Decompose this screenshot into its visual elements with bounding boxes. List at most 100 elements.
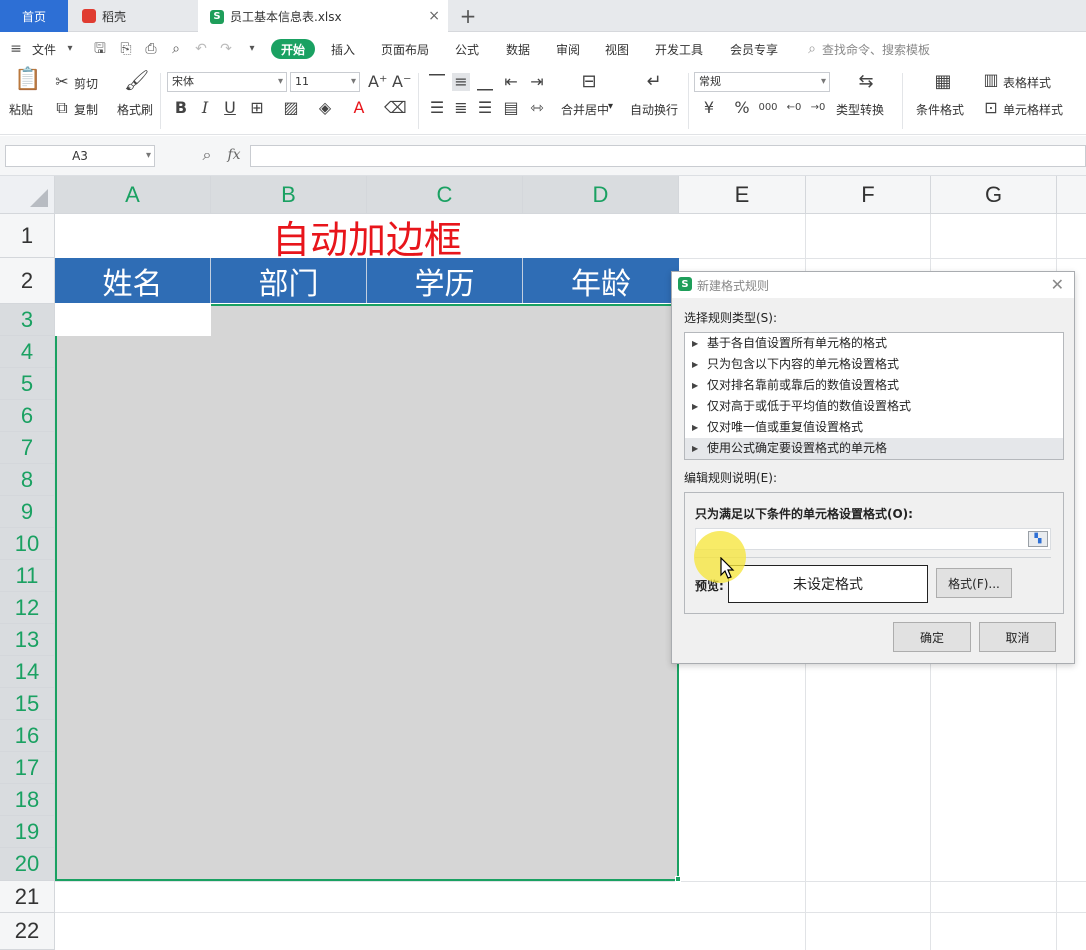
format-button[interactable]: 格式(F)...: [936, 568, 1012, 598]
decrease-font-icon[interactable]: A⁻: [392, 73, 411, 91]
chevron-down-icon[interactable]: ▾: [62, 41, 78, 57]
menu-layout[interactable]: 页面布局: [381, 41, 429, 58]
cut-button[interactable]: 剪切: [74, 75, 98, 92]
active-cell[interactable]: [55, 304, 211, 336]
list-item[interactable]: ▶ 只为包含以下内容的单元格设置格式: [685, 354, 1063, 375]
paste-button[interactable]: 粘贴: [9, 101, 33, 118]
row-header-16[interactable]: 16: [0, 720, 55, 752]
auto-wrap-button[interactable]: 自动换行: [630, 101, 678, 118]
command-search[interactable]: 查找命令、搜索模板: [822, 41, 930, 58]
row-header-7[interactable]: 7: [0, 432, 55, 464]
tab-home[interactable]: 首页: [0, 0, 68, 32]
close-icon[interactable]: ×: [428, 8, 440, 24]
menu-review[interactable]: 审阅: [556, 41, 580, 58]
font-color-icon[interactable]: A: [348, 99, 370, 117]
select-all-corner[interactable]: [0, 176, 55, 214]
currency-button[interactable]: ¥: [700, 99, 718, 117]
row-header-11[interactable]: 11: [0, 560, 55, 592]
italic-button[interactable]: I: [196, 99, 214, 117]
row-header-6[interactable]: 6: [0, 400, 55, 432]
list-item-selected[interactable]: ▶ 使用公式确定要设置格式的单元格: [685, 438, 1063, 459]
customize-icon[interactable]: ▾: [244, 41, 260, 57]
underline-button[interactable]: U: [221, 99, 239, 117]
align-center-icon[interactable]: ≣: [452, 99, 470, 117]
list-item[interactable]: ▶ 仅对高于或低于平均值的数值设置格式: [685, 396, 1063, 417]
row-header-21[interactable]: 21: [0, 881, 55, 913]
hamburger-icon[interactable]: ≡: [8, 41, 24, 57]
row-header-15[interactable]: 15: [0, 688, 55, 720]
increase-decimal-icon[interactable]: ←0: [784, 99, 804, 117]
paste-icon[interactable]: 📋: [14, 69, 41, 95]
font-name-select[interactable]: 宋体: [167, 72, 287, 92]
row-header-2[interactable]: 2: [0, 258, 55, 304]
row-header-19[interactable]: 19: [0, 816, 55, 848]
new-tab-button[interactable]: +: [450, 0, 486, 32]
cancel-button[interactable]: 取消: [979, 622, 1056, 652]
align-middle-icon[interactable]: ≡: [452, 73, 470, 91]
column-header-a[interactable]: A: [55, 176, 211, 214]
column-header-g[interactable]: G: [931, 176, 1057, 214]
font-size-select[interactable]: 11: [290, 72, 360, 92]
print-preview-icon[interactable]: ⌕: [168, 41, 184, 57]
align-bottom-icon[interactable]: ⎽: [476, 73, 494, 91]
name-box[interactable]: A3: [5, 145, 155, 167]
menu-dev[interactable]: 开发工具: [655, 41, 703, 58]
row-header-12[interactable]: 12: [0, 592, 55, 624]
type-convert-button[interactable]: 类型转换: [836, 101, 884, 118]
row-header-10[interactable]: 10: [0, 528, 55, 560]
row-header-4[interactable]: 4: [0, 336, 55, 368]
distribute-icon[interactable]: ⇿: [528, 99, 546, 117]
merge-dropdown-icon[interactable]: ▾: [608, 101, 613, 112]
decrease-decimal-icon[interactable]: →0: [808, 99, 828, 117]
align-left-icon[interactable]: ☰: [428, 99, 446, 117]
border-icon[interactable]: ⊞: [246, 99, 268, 117]
tab-file[interactable]: S 员工基本信息表.xlsx ×: [198, 0, 448, 33]
row-header-9[interactable]: 9: [0, 496, 55, 528]
row-header-8[interactable]: 8: [0, 464, 55, 496]
increase-indent-icon[interactable]: ⇥: [528, 73, 546, 91]
menu-file[interactable]: 文件: [32, 41, 56, 58]
increase-font-icon[interactable]: A⁺: [368, 73, 387, 91]
copy-button[interactable]: 复制: [74, 101, 98, 118]
menu-member[interactable]: 会员专享: [730, 41, 778, 58]
export-icon[interactable]: ⎘: [118, 41, 134, 57]
print-icon[interactable]: ⎙: [143, 41, 159, 57]
header-cell-name[interactable]: 姓名: [55, 258, 211, 303]
fill-color-icon[interactable]: ◈: [314, 99, 336, 117]
fx-icon[interactable]: fx: [224, 146, 244, 164]
merge-center-button[interactable]: 合并居中: [561, 101, 609, 118]
column-header-e[interactable]: E: [679, 176, 806, 214]
list-item[interactable]: ▶ 仅对排名靠前或靠后的数值设置格式: [685, 375, 1063, 396]
row-header-22[interactable]: 22: [0, 913, 55, 950]
header-cell-dept[interactable]: 部门: [211, 258, 367, 303]
row-header-13[interactable]: 13: [0, 624, 55, 656]
list-item[interactable]: ▶ 仅对唯一值或重复值设置格式: [685, 417, 1063, 438]
column-header-h[interactable]: [1057, 176, 1086, 214]
cell-style-button[interactable]: 单元格样式: [1003, 101, 1063, 118]
list-item[interactable]: ▶ 基于各自值设置所有单元格的格式: [685, 333, 1063, 354]
row-header-1[interactable]: 1: [0, 214, 55, 258]
align-top-icon[interactable]: ⎺: [428, 73, 446, 91]
column-header-f[interactable]: F: [806, 176, 931, 214]
row-header-14[interactable]: 14: [0, 656, 55, 688]
close-icon[interactable]: ✕: [1051, 275, 1064, 294]
bold-button[interactable]: B: [172, 99, 190, 117]
menu-start[interactable]: 开始: [271, 39, 315, 59]
range-picker-icon[interactable]: ▚: [1028, 531, 1048, 547]
menu-view[interactable]: 视图: [605, 41, 629, 58]
row-header-20[interactable]: 20: [0, 848, 55, 881]
menu-data[interactable]: 数据: [506, 41, 530, 58]
zoom-icon[interactable]: ⌕: [198, 146, 216, 164]
decrease-indent-icon[interactable]: ⇤: [502, 73, 520, 91]
fill-pattern-icon[interactable]: ▨: [280, 99, 302, 117]
percent-button[interactable]: %: [733, 99, 751, 117]
number-format-select[interactable]: 常规: [694, 72, 830, 92]
undo-icon[interactable]: ↶: [193, 41, 209, 57]
rule-type-list[interactable]: ▶ 基于各自值设置所有单元格的格式 ▶ 只为包含以下内容的单元格设置格式 ▶ 仅对排名…: [684, 332, 1064, 460]
menu-insert[interactable]: 插入: [331, 41, 355, 58]
formula-condition-input[interactable]: ▚: [695, 528, 1051, 550]
header-cell-edu[interactable]: 学历: [367, 258, 523, 303]
thousands-button[interactable]: 000: [757, 99, 779, 117]
menu-formula[interactable]: 公式: [455, 41, 479, 58]
tab-daoke[interactable]: 稻壳: [70, 0, 198, 32]
